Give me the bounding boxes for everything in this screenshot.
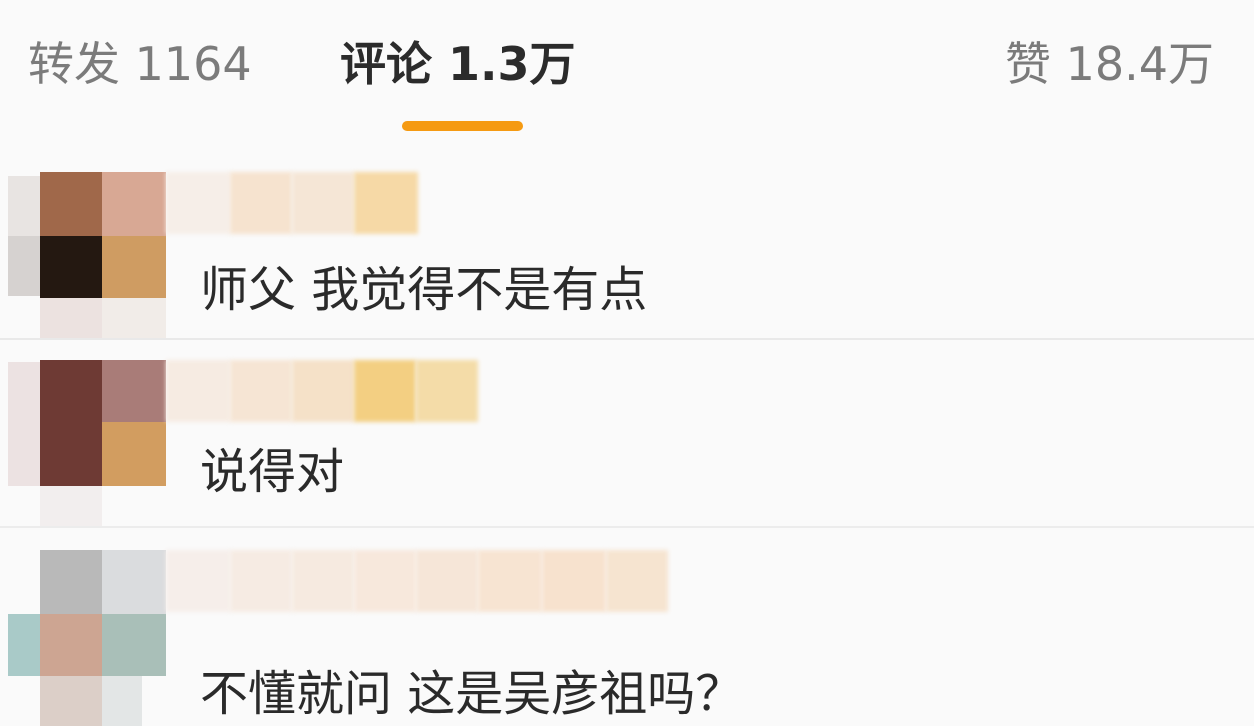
tab-likes-label: 赞 (1004, 37, 1051, 91)
tab-repost[interactable]: 转发 1164 (28, 34, 252, 94)
tab-comments-count: 1.3万 (448, 37, 576, 91)
tab-likes-count: 18.4万 (1065, 37, 1214, 91)
comment-item[interactable]: 不懂就问 这是吴彦祖吗？ (0, 528, 1254, 726)
comment-text: 师父 我觉得不是有点 (200, 262, 648, 318)
active-tab-indicator (402, 121, 523, 131)
comment-text: 说得对 (200, 444, 345, 500)
tab-comments[interactable]: 评论 1.3万 (340, 34, 576, 94)
tab-bar: 转发 1164 评论 1.3万 赞 18.4万 (0, 0, 1254, 143)
comment-text: 不懂就问 这是吴彦祖吗？ (200, 666, 744, 722)
tab-repost-label: 转发 (28, 37, 120, 91)
tab-repost-count: 1164 (134, 37, 252, 91)
tab-likes[interactable]: 赞 18.4万 (1005, 34, 1214, 94)
tab-comments-label: 评论 (340, 37, 432, 91)
comment-item[interactable]: 师父 我觉得不是有点 (0, 142, 1254, 340)
comment-item[interactable]: 说得对 (0, 340, 1254, 528)
